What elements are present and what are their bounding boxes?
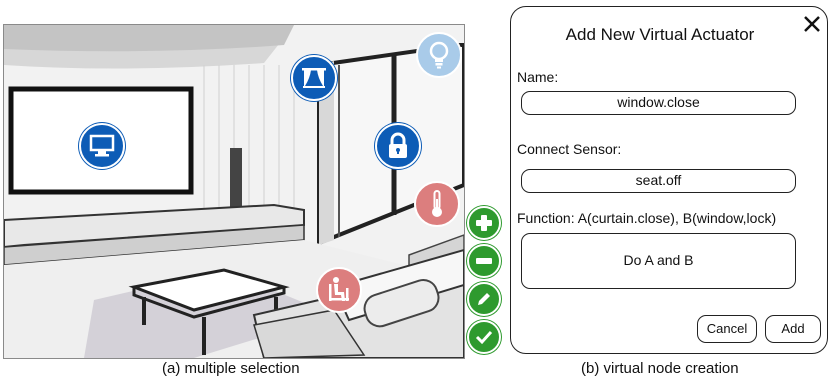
tv-node[interactable]	[79, 123, 125, 169]
lock-icon	[389, 132, 407, 158]
room-sketch	[4, 25, 464, 358]
lamp-node[interactable]	[416, 32, 462, 78]
check-icon	[475, 330, 493, 345]
caption-multiple-selection: (a) multiple selection	[162, 360, 300, 377]
room-scene	[3, 24, 465, 359]
add-virtual-actuator-dialog: Add New Virtual Actuator Name: window.cl…	[510, 6, 828, 354]
remove-node-button[interactable]	[467, 244, 501, 278]
lock-node[interactable]	[375, 123, 421, 169]
minus-icon	[476, 258, 492, 264]
connect-sensor-field[interactable]: seat.off	[521, 169, 796, 193]
tv-icon	[89, 134, 115, 157]
seat-node[interactable]	[316, 267, 362, 313]
plus-icon	[476, 215, 492, 231]
cancel-button[interactable]: Cancel	[697, 315, 757, 343]
connect-sensor-label: Connect Sensor:	[517, 141, 622, 157]
add-node-button[interactable]	[467, 206, 501, 240]
edit-node-button[interactable]	[467, 282, 501, 316]
thermometer-node[interactable]	[414, 181, 460, 227]
function-field[interactable]: Do A and B	[521, 233, 796, 289]
pencil-icon	[478, 293, 490, 305]
close-icon[interactable]	[801, 13, 823, 35]
lightbulb-icon	[429, 41, 449, 69]
curtain-node[interactable]	[291, 55, 337, 101]
dialog-title: Add New Virtual Actuator	[565, 25, 755, 44]
curtain-icon	[302, 68, 326, 88]
function-label: Function: A(curtain.close), B(window,loc…	[517, 210, 777, 226]
caption-virtual-node-creation: (b) virtual node creation	[581, 360, 739, 377]
thermometer-icon	[432, 190, 442, 217]
add-button[interactable]: Add	[765, 315, 821, 343]
seated-person-icon	[329, 277, 349, 301]
name-field[interactable]: window.close	[521, 91, 796, 115]
confirm-button[interactable]	[467, 320, 501, 354]
name-label: Name:	[517, 69, 559, 85]
